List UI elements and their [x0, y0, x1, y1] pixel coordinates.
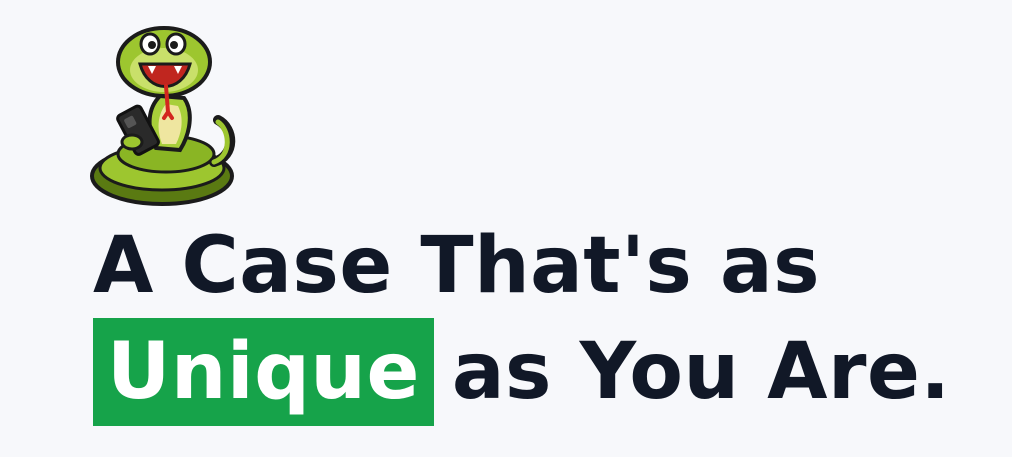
headline-line-2: Unique as You Are.: [93, 314, 951, 426]
headline-line-2-rest: as You Are.: [451, 327, 951, 417]
hero-section: A Case That's as Unique as You Are.: [0, 0, 1012, 457]
headline-highlight-word: Unique: [93, 318, 434, 426]
hero-headline: A Case That's as Unique as You Are.: [93, 218, 951, 426]
headline-line-1: A Case That's as: [93, 221, 821, 311]
snake-mascot-icon: [90, 26, 236, 206]
